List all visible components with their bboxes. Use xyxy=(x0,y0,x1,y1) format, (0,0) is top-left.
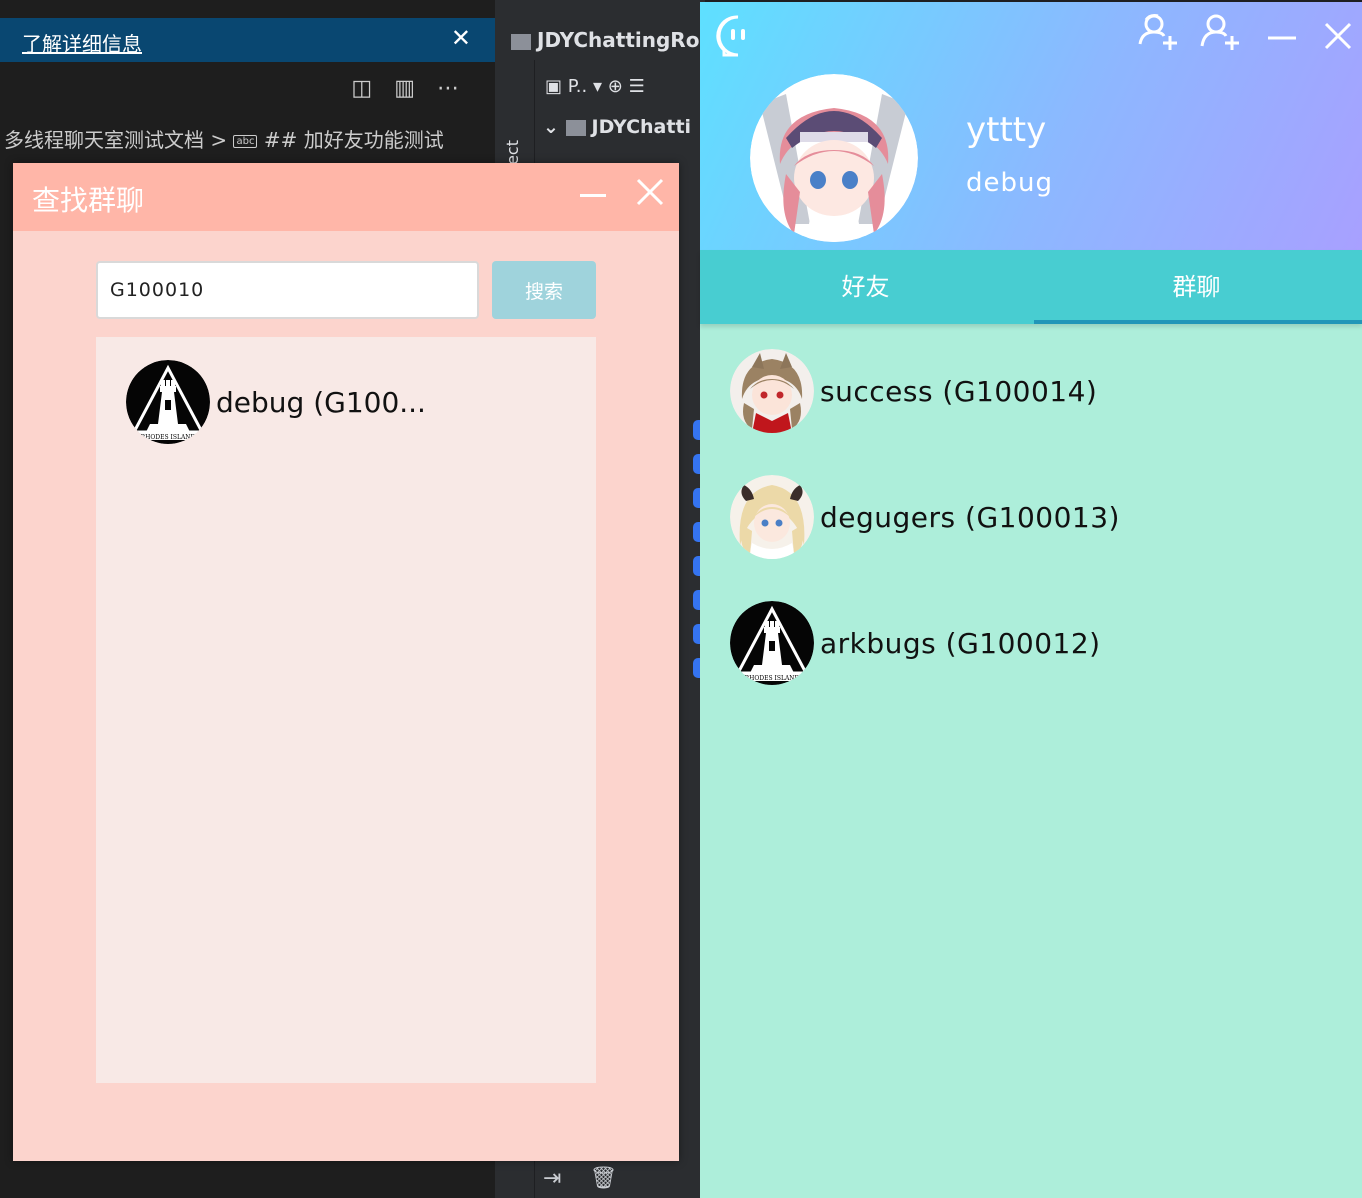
group-avatar xyxy=(730,475,814,559)
list-item[interactable]: debug (G100... xyxy=(126,359,426,445)
list-item[interactable]: degugers (G100013) xyxy=(730,474,1120,560)
trash-icon[interactable]: 🗑 xyxy=(589,1166,617,1191)
group-name: arkbugs (G100012) xyxy=(820,626,1101,660)
view-selector-icon[interactable]: ▣ xyxy=(545,76,562,97)
breadcrumb-doc[interactable]: 多线程聊天室测试文档 xyxy=(4,128,204,152)
group-name: success (G100014) xyxy=(820,374,1098,408)
search-results: debug (G100... xyxy=(96,337,596,1083)
locate-icon[interactable]: ⊕ xyxy=(608,76,623,97)
add-group-icon[interactable] xyxy=(1136,10,1180,54)
idea-project-title: JDYChattingRoo xyxy=(511,28,713,52)
login-icon[interactable]: ⇥ xyxy=(543,1166,561,1191)
learn-more-link[interactable]: 了解详细信息 xyxy=(22,28,142,57)
vscode-bottom xyxy=(0,1160,495,1198)
idea-bottom-toolbar: ⇥ 🗑 xyxy=(543,1166,617,1191)
more-actions-icon[interactable]: ⋯ xyxy=(437,76,459,101)
profile-header: yttty debug xyxy=(700,2,1362,250)
chat-main-window: yttty debug 好友 群聊 success (G100014) degu… xyxy=(700,2,1362,1198)
tab-groups[interactable]: 群聊 xyxy=(1031,250,1362,324)
collapse-icon[interactable]: ☰ xyxy=(629,76,645,97)
open-preview-icon[interactable]: ◫ xyxy=(351,76,372,101)
folder-icon xyxy=(511,33,531,50)
group-avatar xyxy=(730,349,814,433)
search-button[interactable]: 搜索 xyxy=(492,261,596,319)
editor-toolbar: ◫ ▥ ⋯ xyxy=(351,76,459,101)
chevron-down-icon: ⌄ xyxy=(543,116,559,138)
active-tab-indicator xyxy=(1034,320,1362,324)
project-view-header: ▣ P.. ▾ ⊕ ☰ xyxy=(545,76,645,97)
view-selector[interactable]: P.. xyxy=(568,76,588,97)
notification-bar: 了解详细信息 ✕ xyxy=(0,18,495,62)
split-editor-icon[interactable]: ▥ xyxy=(394,76,415,101)
project-tree-root[interactable]: ⌄ JDYChatti xyxy=(543,116,691,138)
user-name: yttty xyxy=(966,110,1047,150)
add-friend-icon[interactable] xyxy=(1198,10,1242,54)
close-icon[interactable]: ✕ xyxy=(451,24,471,52)
breadcrumb-separator: > xyxy=(210,128,228,152)
list-item[interactable]: arkbugs (G100012) xyxy=(730,600,1101,686)
folder-icon xyxy=(565,119,586,136)
group-avatar xyxy=(126,360,210,444)
group-name: debug (G100... xyxy=(216,385,426,419)
chat-bubble-icon xyxy=(716,14,760,58)
breadcrumb: 多线程聊天室测试文档 > abc ## 加好友功能测试 xyxy=(4,124,444,153)
close-icon[interactable] xyxy=(633,175,667,209)
find-group-window: 查找群聊 搜索 debug (G100... xyxy=(13,163,679,1161)
minimize-icon[interactable] xyxy=(578,177,608,211)
minimize-icon[interactable] xyxy=(1260,10,1304,54)
user-signature: debug xyxy=(966,168,1053,198)
heading-icon: abc xyxy=(233,135,258,148)
group-avatar xyxy=(730,601,814,685)
dropdown-icon: ▾ xyxy=(592,76,603,97)
avatar[interactable] xyxy=(750,74,918,242)
breadcrumb-heading[interactable]: ## 加好友功能测试 xyxy=(264,128,444,152)
find-titlebar[interactable]: 查找群聊 xyxy=(13,163,679,231)
group-name: degugers (G100013) xyxy=(820,500,1120,534)
window-title: 查找群聊 xyxy=(32,184,145,217)
close-icon[interactable] xyxy=(1316,10,1360,54)
list-item[interactable]: success (G100014) xyxy=(730,348,1097,434)
tab-bar: 好友 群聊 xyxy=(700,250,1362,324)
search-input[interactable] xyxy=(96,261,479,319)
tab-friends[interactable]: 好友 xyxy=(700,250,1031,324)
